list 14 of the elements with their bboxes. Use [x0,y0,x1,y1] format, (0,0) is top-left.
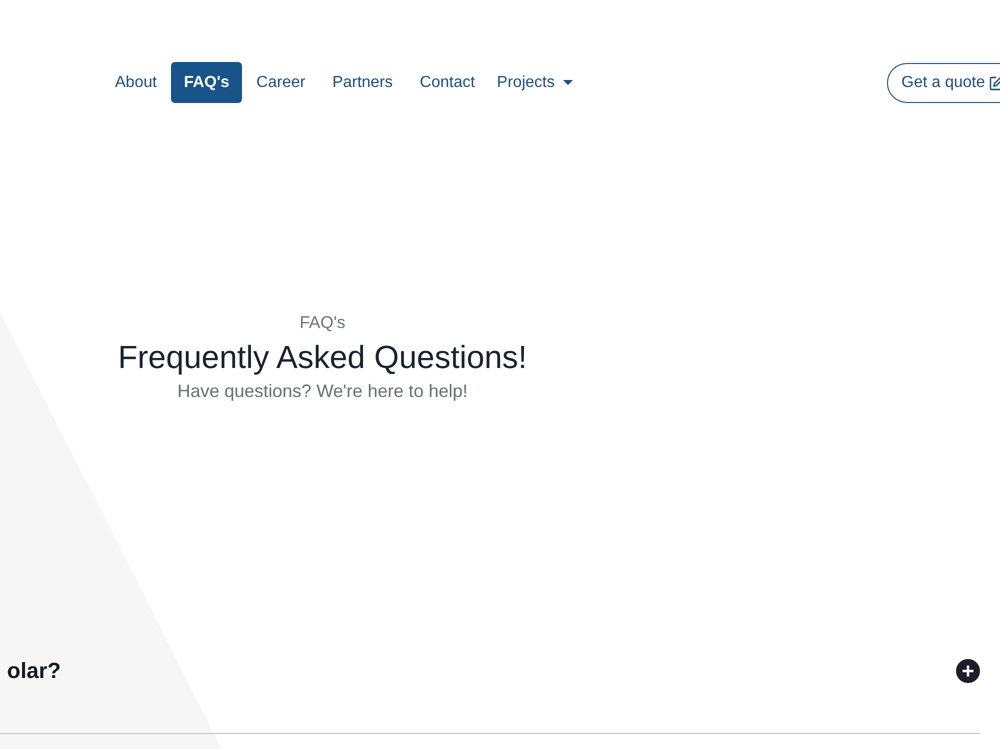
quote-button[interactable]: Get a quote [887,62,1000,102]
caret-icon [562,80,573,85]
section-eyebrow: FAQ's [298,312,346,334]
nav-link[interactable]: Career [243,62,318,103]
page-subtitle: Have questions? We're here to help! [176,380,469,403]
plus-circle-icon[interactable] [956,659,980,683]
faq-question: olar? [7,657,61,685]
page-title: Frequently Asked Questions! [116,338,528,377]
nav-link[interactable]: Partners [319,62,406,103]
nav-link[interactable]: FAQ's [170,62,242,103]
nav-link[interactable]: About [102,62,170,103]
faq-item[interactable]: olar? [0,656,980,734]
nav-dropdown[interactable]: Projects [488,62,586,103]
nav-link[interactable]: Contact [406,62,488,103]
